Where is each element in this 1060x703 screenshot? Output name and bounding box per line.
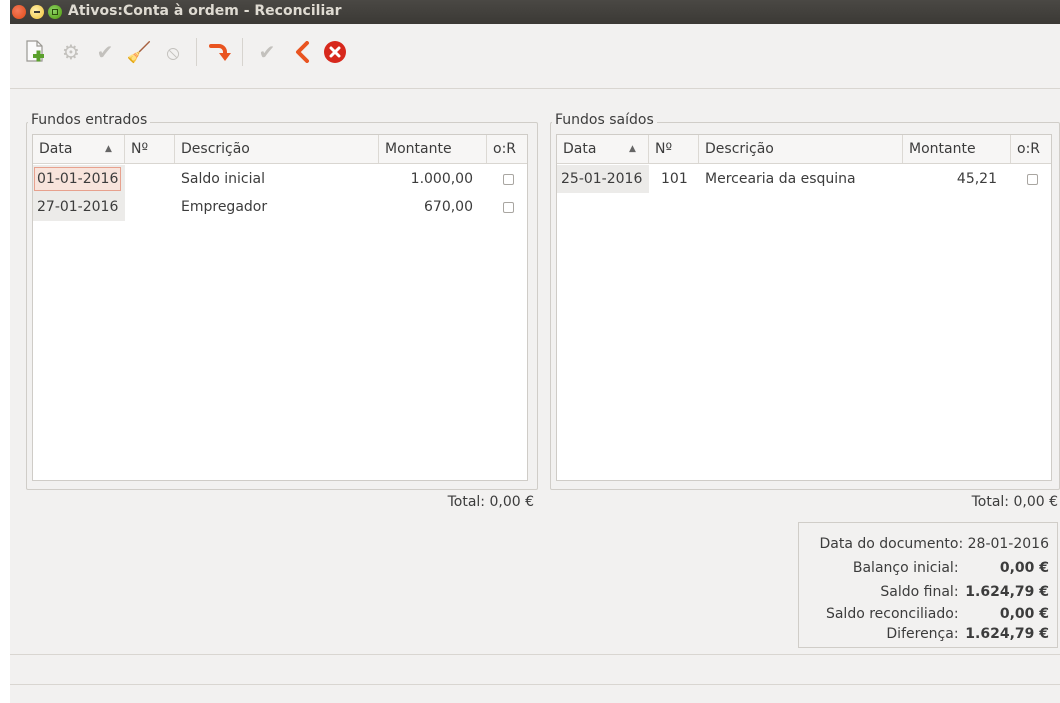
window-close-icon[interactable]: [12, 5, 26, 19]
new-icon: [26, 40, 44, 62]
transfer-button[interactable]: [206, 38, 232, 66]
new-transaction-button[interactable]: [22, 38, 48, 66]
status-bar: [10, 656, 1060, 703]
brush-icon: 🧹: [126, 40, 152, 64]
reconcile-checkbox[interactable]: [503, 202, 514, 213]
row-num: 101: [661, 171, 688, 187]
ending-balance-label: Saldo final:: [880, 584, 959, 600]
debits-total: Total: 0,00 €: [320, 494, 534, 510]
settings-button[interactable]: ⚙: [58, 38, 84, 66]
cancel-button[interactable]: [322, 38, 348, 66]
reconcile-checkbox[interactable]: [1027, 174, 1038, 185]
toolbar-separator: [242, 38, 243, 66]
settings-icon: ⚙: [62, 40, 80, 64]
reconcile-summary: Data do documento: 28-01-2016 Balanço in…: [798, 522, 1058, 648]
unreconcile-button[interactable]: 🧹: [126, 38, 152, 66]
credits-header: Data ▲ Nº Descrição Montante o:R: [557, 135, 1051, 164]
credits-title: Fundos saídos: [552, 112, 657, 128]
reconcile-selection-button[interactable]: ✔: [92, 38, 118, 66]
cancel-icon: ⦸: [166, 40, 180, 64]
debits-title: Fundos entrados: [28, 112, 151, 128]
credits-total-value: 0,00 €: [1013, 494, 1058, 510]
check-icon: ✔: [96, 40, 114, 64]
difference-value: 1.624,79 €: [965, 626, 1049, 642]
row-date-cell: 01-01-2016: [33, 165, 125, 193]
row-amount: 670,00: [424, 199, 473, 215]
credits-total: Total: 0,00 €: [846, 494, 1058, 510]
row-date: 25-01-2016: [557, 165, 649, 193]
close-icon: [324, 41, 346, 63]
difference-line: Diferença: 1.624,79 €: [886, 623, 1049, 645]
col-amount[interactable]: Montante: [379, 135, 487, 163]
row-description: Saldo inicial: [181, 171, 265, 187]
ending-balance-line: Saldo final: 1.624,79 €: [880, 581, 1049, 603]
starting-balance-label: Balanço inicial:: [852, 560, 959, 576]
row-description: Mercearia da esquina: [705, 171, 856, 187]
table-row[interactable]: 01-01-2016 Saldo inicial 1.000,00: [33, 165, 527, 193]
status-divider: [10, 654, 1060, 655]
ending-balance-value: 1.624,79 €: [965, 584, 1049, 600]
col-amount[interactable]: Montante: [903, 135, 1011, 163]
window-title: Ativos:Conta à ordem - Reconciliar: [68, 3, 342, 19]
col-num[interactable]: Nº: [125, 135, 175, 163]
table-row[interactable]: 27-01-2016 Empregador 670,00: [33, 193, 527, 221]
reconciled-balance-label: Saldo reconciliado:: [825, 606, 959, 622]
starting-balance-line: Balanço inicial: 0,00 €: [853, 557, 1049, 579]
delete-button[interactable]: ⦸: [160, 38, 186, 66]
sort-ascending-icon: ▲: [629, 144, 636, 154]
reconcile-checkbox[interactable]: [503, 174, 514, 185]
reconciled-balance-value: 0,00 €: [999, 606, 1049, 622]
title-bar: Ativos:Conta à ordem - Reconciliar: [10, 0, 1060, 24]
table-row[interactable]: 25-01-2016 101 Mercearia da esquina 45,2…: [557, 165, 1051, 193]
debits-table: Data ▲ Nº Descrição Montante o:R 01-01-2…: [32, 134, 528, 481]
toolbar-separator: [196, 38, 197, 66]
check-icon: ✔: [258, 40, 276, 64]
difference-label: Diferença:: [886, 626, 959, 642]
row-description: Empregador: [181, 199, 268, 215]
col-reconciled[interactable]: o:R: [1011, 135, 1051, 163]
statement-date-value: 28-01-2016: [967, 536, 1049, 552]
postpone-button[interactable]: [290, 38, 316, 66]
row-num: [125, 165, 175, 193]
window-maximize-icon[interactable]: [48, 5, 62, 19]
row-date: 27-01-2016: [33, 193, 125, 221]
toolbar-divider: [10, 88, 1060, 89]
sort-ascending-icon: ▲: [105, 144, 112, 154]
col-description[interactable]: Descrição: [699, 135, 903, 163]
col-description[interactable]: Descrição: [175, 135, 379, 163]
row-amount: 45,21: [956, 171, 997, 187]
reconciled-balance-line: Saldo reconciliado: 0,00 €: [826, 603, 1049, 625]
back-icon: [296, 41, 309, 63]
debits-header: Data ▲ Nº Descrição Montante o:R: [33, 135, 527, 164]
starting-balance-value: 0,00 €: [999, 560, 1049, 576]
transfer-icon: [209, 44, 231, 61]
row-num: [125, 193, 175, 221]
window-minimize-icon[interactable]: [30, 5, 44, 19]
statement-date-label: Data do documento:: [819, 536, 964, 552]
col-num[interactable]: Nº: [649, 135, 699, 163]
toolbar: ⚙ ✔ 🧹 ⦸ ✔: [10, 26, 1060, 88]
col-reconciled[interactable]: o:R: [487, 135, 527, 163]
credits-total-label: Total:: [971, 494, 1010, 510]
row-amount: 1.000,00: [410, 171, 473, 187]
finish-button[interactable]: ✔: [254, 38, 280, 66]
row-date: 01-01-2016: [33, 167, 122, 191]
debits-total-label: Total:: [447, 494, 486, 510]
statement-date-line: Data do documento: 28-01-2016: [819, 533, 1049, 555]
debits-total-value: 0,00 €: [489, 494, 534, 510]
credits-table: Data ▲ Nº Descrição Montante o:R 25-01-2…: [556, 134, 1052, 481]
reconcile-window: Ativos:Conta à ordem - Reconciliar ⚙ ✔ 🧹…: [10, 0, 1060, 703]
